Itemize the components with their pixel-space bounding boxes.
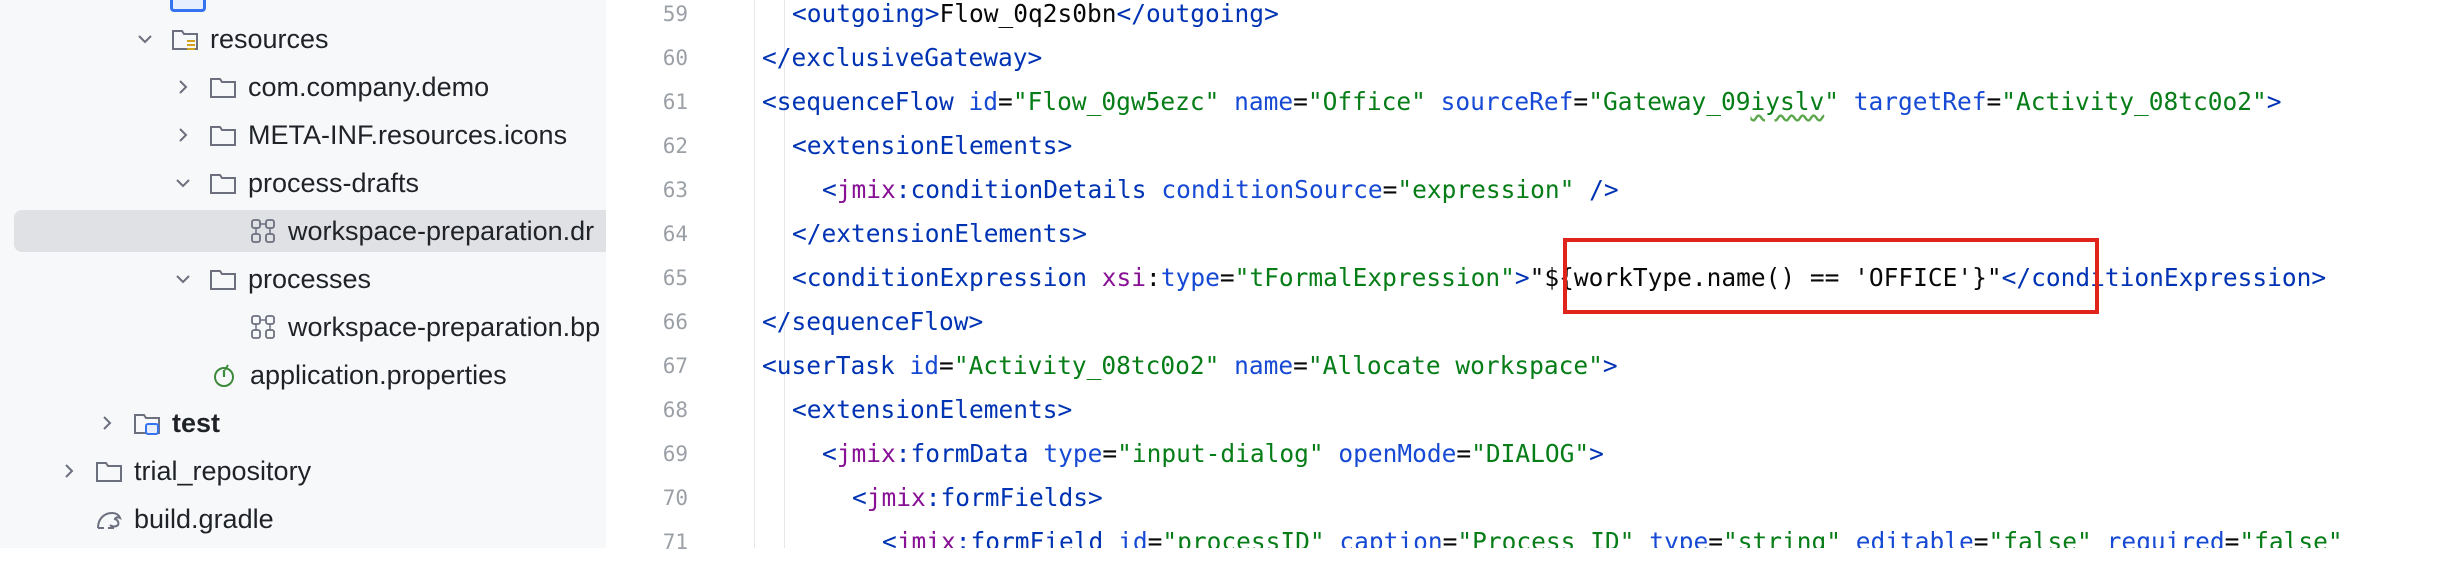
bpmn-file-icon xyxy=(248,216,278,246)
highlight-annotation-box xyxy=(1563,238,2099,314)
tree-item-label: application.properties xyxy=(250,360,507,390)
code-line[interactable]: <jmix:formField id="processID" caption="… xyxy=(882,520,2343,548)
tree-item-label: META-INF.resources.icons xyxy=(248,120,568,150)
line-number: 68 xyxy=(662,398,688,422)
line-number: 59 xyxy=(662,2,688,26)
tree-item-trial-repository[interactable]: trial_repository xyxy=(0,448,606,494)
test-folder-icon xyxy=(132,408,162,438)
line-number: 71 xyxy=(662,530,688,554)
tree-item-resources[interactable]: resources xyxy=(0,16,606,62)
tree-item-partial xyxy=(170,0,206,12)
editor-gutter: 59 60 61 62 63 64 65 66 67 68 69 70 71 xyxy=(606,0,716,554)
tree-item-label: process-drafts xyxy=(248,168,420,198)
project-tree-panel: resources com.company.demo META-INF.reso… xyxy=(0,0,607,548)
chevron-down-icon[interactable] xyxy=(172,172,194,194)
bpmn-file-icon xyxy=(248,312,278,342)
tree-item-workspace-preparation-draft[interactable]: workspace-preparation.dr xyxy=(0,208,606,254)
line-number: 70 xyxy=(662,486,688,510)
tree-item-build-gradle[interactable]: build.gradle xyxy=(0,496,606,542)
code-line[interactable]: <jmix:formFields> xyxy=(852,476,1103,520)
tree-item-label: workspace-preparation.dr xyxy=(288,216,595,246)
line-number: 60 xyxy=(662,46,688,70)
tree-item-application-properties[interactable]: application.properties xyxy=(0,352,606,398)
chevron-down-icon[interactable] xyxy=(134,28,156,50)
tree-item-label: trial_repository xyxy=(134,456,312,486)
gradle-icon xyxy=(94,504,124,534)
line-number: 69 xyxy=(662,442,688,466)
tree-item-label: workspace-preparation.bp xyxy=(288,312,601,342)
line-number: 62 xyxy=(662,134,688,158)
chevron-right-icon[interactable] xyxy=(96,412,118,434)
tree-item-processes[interactable]: processes xyxy=(0,256,606,302)
chevron-right-icon[interactable] xyxy=(172,124,194,146)
code-line[interactable]: <userTask id="Activity_08tc0o2" name="Al… xyxy=(762,344,1618,388)
line-number: 65 xyxy=(662,266,688,290)
code-line[interactable]: <sequenceFlow id="Flow_0gw5ezc" name="Of… xyxy=(762,80,2282,124)
folder-icon xyxy=(208,264,238,294)
line-number: 67 xyxy=(662,354,688,378)
line-number: 66 xyxy=(662,310,688,334)
code-line[interactable]: <extensionElements> xyxy=(792,388,1072,432)
chevron-down-icon[interactable] xyxy=(172,268,194,290)
code-line[interactable]: </sequenceFlow> xyxy=(762,300,983,344)
tree-item-com-company-demo[interactable]: com.company.demo xyxy=(0,64,606,110)
tree-item-process-drafts[interactable]: process-drafts xyxy=(0,160,606,206)
chevron-right-icon[interactable] xyxy=(58,460,80,482)
folder-icon xyxy=(208,72,238,102)
code-line[interactable]: </exclusiveGateway> xyxy=(762,36,1042,80)
line-number: 61 xyxy=(662,90,688,114)
code-line[interactable]: <jmix:formData type="input-dialog" openM… xyxy=(822,432,1604,476)
tree-item-meta-inf[interactable]: META-INF.resources.icons xyxy=(0,112,606,158)
tree-item-workspace-preparation-bpmn[interactable]: workspace-preparation.bp xyxy=(0,304,606,350)
resources-folder-icon xyxy=(170,24,200,54)
tree-item-label: build.gradle xyxy=(134,504,274,534)
folder-icon xyxy=(94,456,124,486)
tree-item-test[interactable]: test xyxy=(0,400,606,446)
tree-item-label: test xyxy=(172,408,221,438)
tree-item-label: processes xyxy=(248,264,372,294)
code-line[interactable]: </extensionElements> xyxy=(792,212,1087,256)
code-line[interactable]: <jmix:conditionDetails conditionSource="… xyxy=(822,168,1619,212)
code-line[interactable]: <extensionElements> xyxy=(792,124,1072,168)
tree-item-label: resources xyxy=(210,24,329,54)
line-number: 64 xyxy=(662,222,688,246)
chevron-right-icon[interactable] xyxy=(172,76,194,98)
code-line[interactable]: <outgoing>Flow_0q2s0bn</outgoing> xyxy=(792,0,1279,36)
indent-guide xyxy=(754,0,755,548)
folder-icon xyxy=(208,168,238,198)
line-number: 63 xyxy=(662,178,688,202)
folder-icon xyxy=(208,120,238,150)
tree-item-label: com.company.demo xyxy=(248,72,490,102)
properties-file-icon xyxy=(210,360,240,390)
